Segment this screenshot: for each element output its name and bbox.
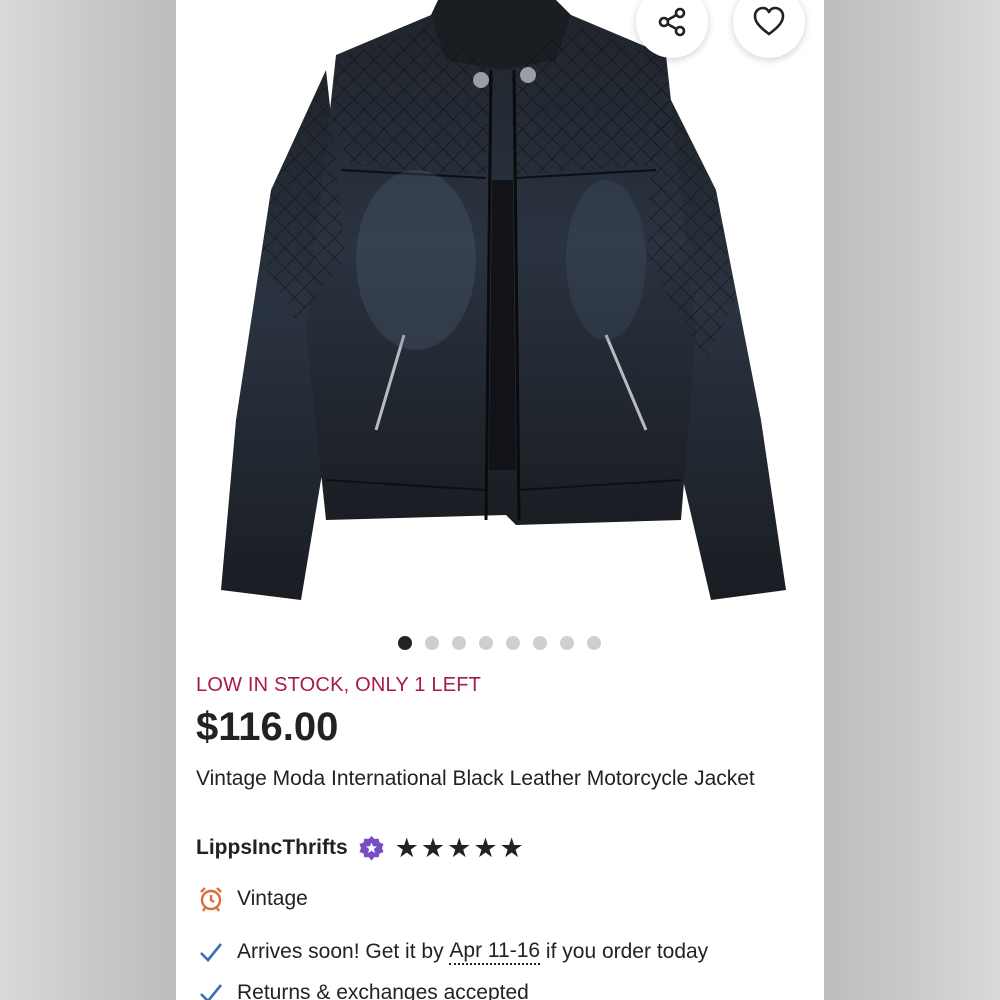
seller-row: LippsIncThrifts ★ ★ ★ ★ ★ <box>196 833 524 863</box>
listing-panel: LOW IN STOCK, ONLY 1 LEFT $116.00 Vintag… <box>176 0 824 1000</box>
arrival-prefix: Arrives soon! Get it by <box>237 940 450 963</box>
price: $116.00 <box>196 705 339 749</box>
checkmark-icon <box>200 943 223 962</box>
rating-star-icon: ★ <box>420 832 446 863</box>
vintage-feature: Vintage <box>196 884 308 914</box>
carousel-dot[interactable] <box>587 636 601 650</box>
carousel-dot[interactable] <box>560 636 574 650</box>
carousel-dot[interactable] <box>425 636 439 650</box>
rating-star-icon: ★ <box>473 832 498 863</box>
heart-icon <box>753 6 785 36</box>
carousel-dot[interactable] <box>506 636 520 650</box>
arrival-suffix: if you order today <box>540 940 709 963</box>
jacket-image <box>221 0 786 600</box>
arrival-feature: Arrives soon! Get it by Apr 11-16 if you… <box>196 937 708 967</box>
returns-feature: Returns & exchanges accepted <box>196 978 529 1000</box>
alarm-clock-icon <box>200 887 222 912</box>
right-background <box>824 0 1000 1000</box>
left-background <box>0 0 176 1000</box>
arrival-dates-link[interactable]: Apr 11-16 <box>449 939 541 965</box>
rating-star-icon: ★ <box>394 832 419 863</box>
vintage-label: Vintage <box>237 887 308 910</box>
seller-rating: ★ ★ ★ ★ ★ <box>394 832 524 863</box>
rating-star-icon: ★ <box>447 832 472 863</box>
listing-title: Vintage Moda International Black Leather… <box>196 767 755 790</box>
carousel-dot[interactable] <box>452 636 466 650</box>
share-icon <box>658 7 686 37</box>
returns-label: Returns & exchanges accepted <box>237 981 529 1000</box>
stock-notice: LOW IN STOCK, ONLY 1 LEFT <box>196 674 482 696</box>
product-photo[interactable] <box>176 0 824 625</box>
carousel-dot[interactable] <box>533 636 547 650</box>
checkmark-icon <box>200 984 223 1000</box>
star-seller-badge-icon <box>359 835 384 860</box>
seller-name-link[interactable]: LippsIncThrifts <box>196 836 348 860</box>
rating-star-icon: ★ <box>499 832 524 863</box>
carousel-dot[interactable] <box>398 636 412 650</box>
carousel-dot[interactable] <box>479 636 493 650</box>
carousel-indicator <box>398 636 601 650</box>
